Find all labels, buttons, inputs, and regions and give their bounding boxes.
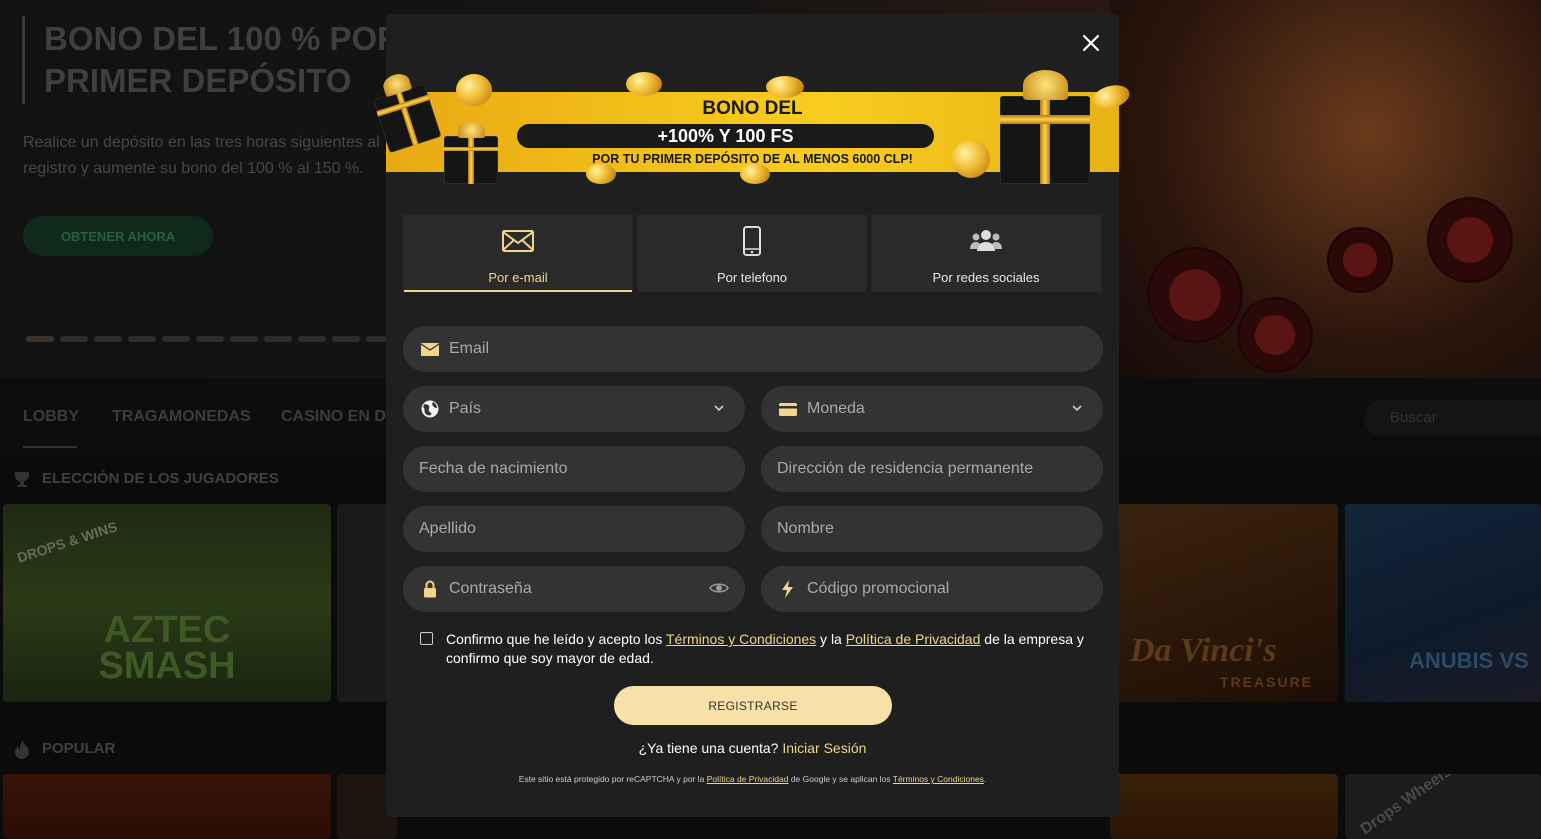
terms-link[interactable]: Términos y Condiciones [666, 631, 816, 647]
login-prompt: ¿Ya tiene una cuenta? Iniciar Sesión [386, 740, 1119, 756]
coin-icon [952, 140, 990, 178]
country-select[interactable]: País [403, 386, 745, 432]
credit-card-icon [777, 399, 799, 419]
currency-placeholder: Moneda [807, 400, 865, 417]
recaptcha-text-3: . [983, 774, 987, 784]
gift-box-icon [1000, 69, 1090, 184]
tab-phone[interactable]: Por telefono [637, 215, 867, 292]
currency-select[interactable]: Moneda [761, 386, 1103, 432]
promo-code-placeholder: Código promocional [807, 580, 950, 597]
google-terms-link[interactable]: Términos y Condiciones [893, 774, 984, 784]
globe-icon [419, 399, 441, 419]
register-button[interactable]: REGISTRARSE [614, 686, 892, 725]
registration-method-tabs: Por e-mail Por telefono Por redes social… [403, 215, 1101, 292]
lock-icon [419, 579, 441, 599]
lightning-icon [777, 579, 799, 599]
firstname-placeholder: Nombre [777, 520, 834, 537]
birthdate-field[interactable]: Fecha de nacimiento [403, 446, 745, 492]
firstname-field[interactable]: Nombre [761, 506, 1103, 552]
recaptcha-text-2: de Google y se aplican los [788, 774, 893, 784]
login-question: ¿Ya tiene una cuenta? [638, 740, 779, 756]
envelope-icon [419, 339, 441, 359]
email-placeholder: Email [449, 340, 490, 357]
envelope-icon [502, 226, 534, 256]
close-icon [1082, 34, 1100, 52]
coin-icon [766, 76, 804, 98]
tab-email-label: Por e-mail [488, 270, 548, 285]
bonus-banner-amount: +100% Y 100 FS [517, 124, 934, 148]
tab-social[interactable]: Por redes sociales [871, 215, 1101, 292]
email-field[interactable]: Email [403, 326, 1103, 372]
promo-code-field[interactable]: Código promocional [761, 566, 1103, 612]
coin-icon [626, 72, 662, 96]
consent-text-1: Confirmo que he leído y acepto los [446, 631, 666, 647]
coin-icon [586, 164, 616, 184]
phone-icon [743, 226, 761, 256]
coin-icon [456, 74, 492, 106]
password-placeholder: Contraseña [449, 580, 532, 597]
page: BONO DEL 100 % POR PRIMER DEPÓSITO Reali… [0, 0, 1541, 839]
privacy-link[interactable]: Política de Privacidad [846, 631, 981, 647]
birthdate-placeholder: Fecha de nacimiento [419, 460, 568, 477]
address-field[interactable]: Dirección de residencia permanente [761, 446, 1103, 492]
recaptcha-notice: Este sitio está protegido por reCAPTCHA … [386, 774, 1119, 784]
consent-text-2: y la [816, 631, 846, 647]
tab-email[interactable]: Por e-mail [403, 215, 633, 292]
chevron-down-icon [714, 405, 724, 412]
terms-consent: Confirmo que he leído y acepto los Térmi… [420, 630, 1090, 668]
chevron-down-icon [1072, 405, 1082, 412]
terms-consent-text: Confirmo que he leído y acepto los Térmi… [446, 630, 1090, 668]
address-placeholder: Dirección de residencia permanente [777, 460, 1034, 477]
tab-social-label: Por redes sociales [932, 270, 1040, 285]
gift-box-icon [444, 121, 498, 184]
tab-phone-label: Por telefono [716, 270, 788, 285]
google-privacy-link[interactable]: Política de Privacidad [707, 774, 789, 784]
users-icon [970, 226, 1002, 256]
terms-checkbox[interactable] [420, 632, 433, 645]
lastname-placeholder: Apellido [419, 520, 476, 537]
close-button[interactable] [1078, 30, 1104, 56]
lastname-field[interactable]: Apellido [403, 506, 745, 552]
eye-icon[interactable] [709, 580, 729, 596]
registration-modal: BONO DEL +100% Y 100 FS POR TU PRIMER DE… [372, 14, 1133, 817]
recaptcha-text-1: Este sitio está protegido por reCAPTCHA … [518, 774, 707, 784]
coin-icon [740, 164, 770, 184]
login-link[interactable]: Iniciar Sesión [782, 740, 866, 756]
country-placeholder: País [449, 400, 482, 417]
password-field[interactable]: Contraseña [403, 566, 745, 612]
